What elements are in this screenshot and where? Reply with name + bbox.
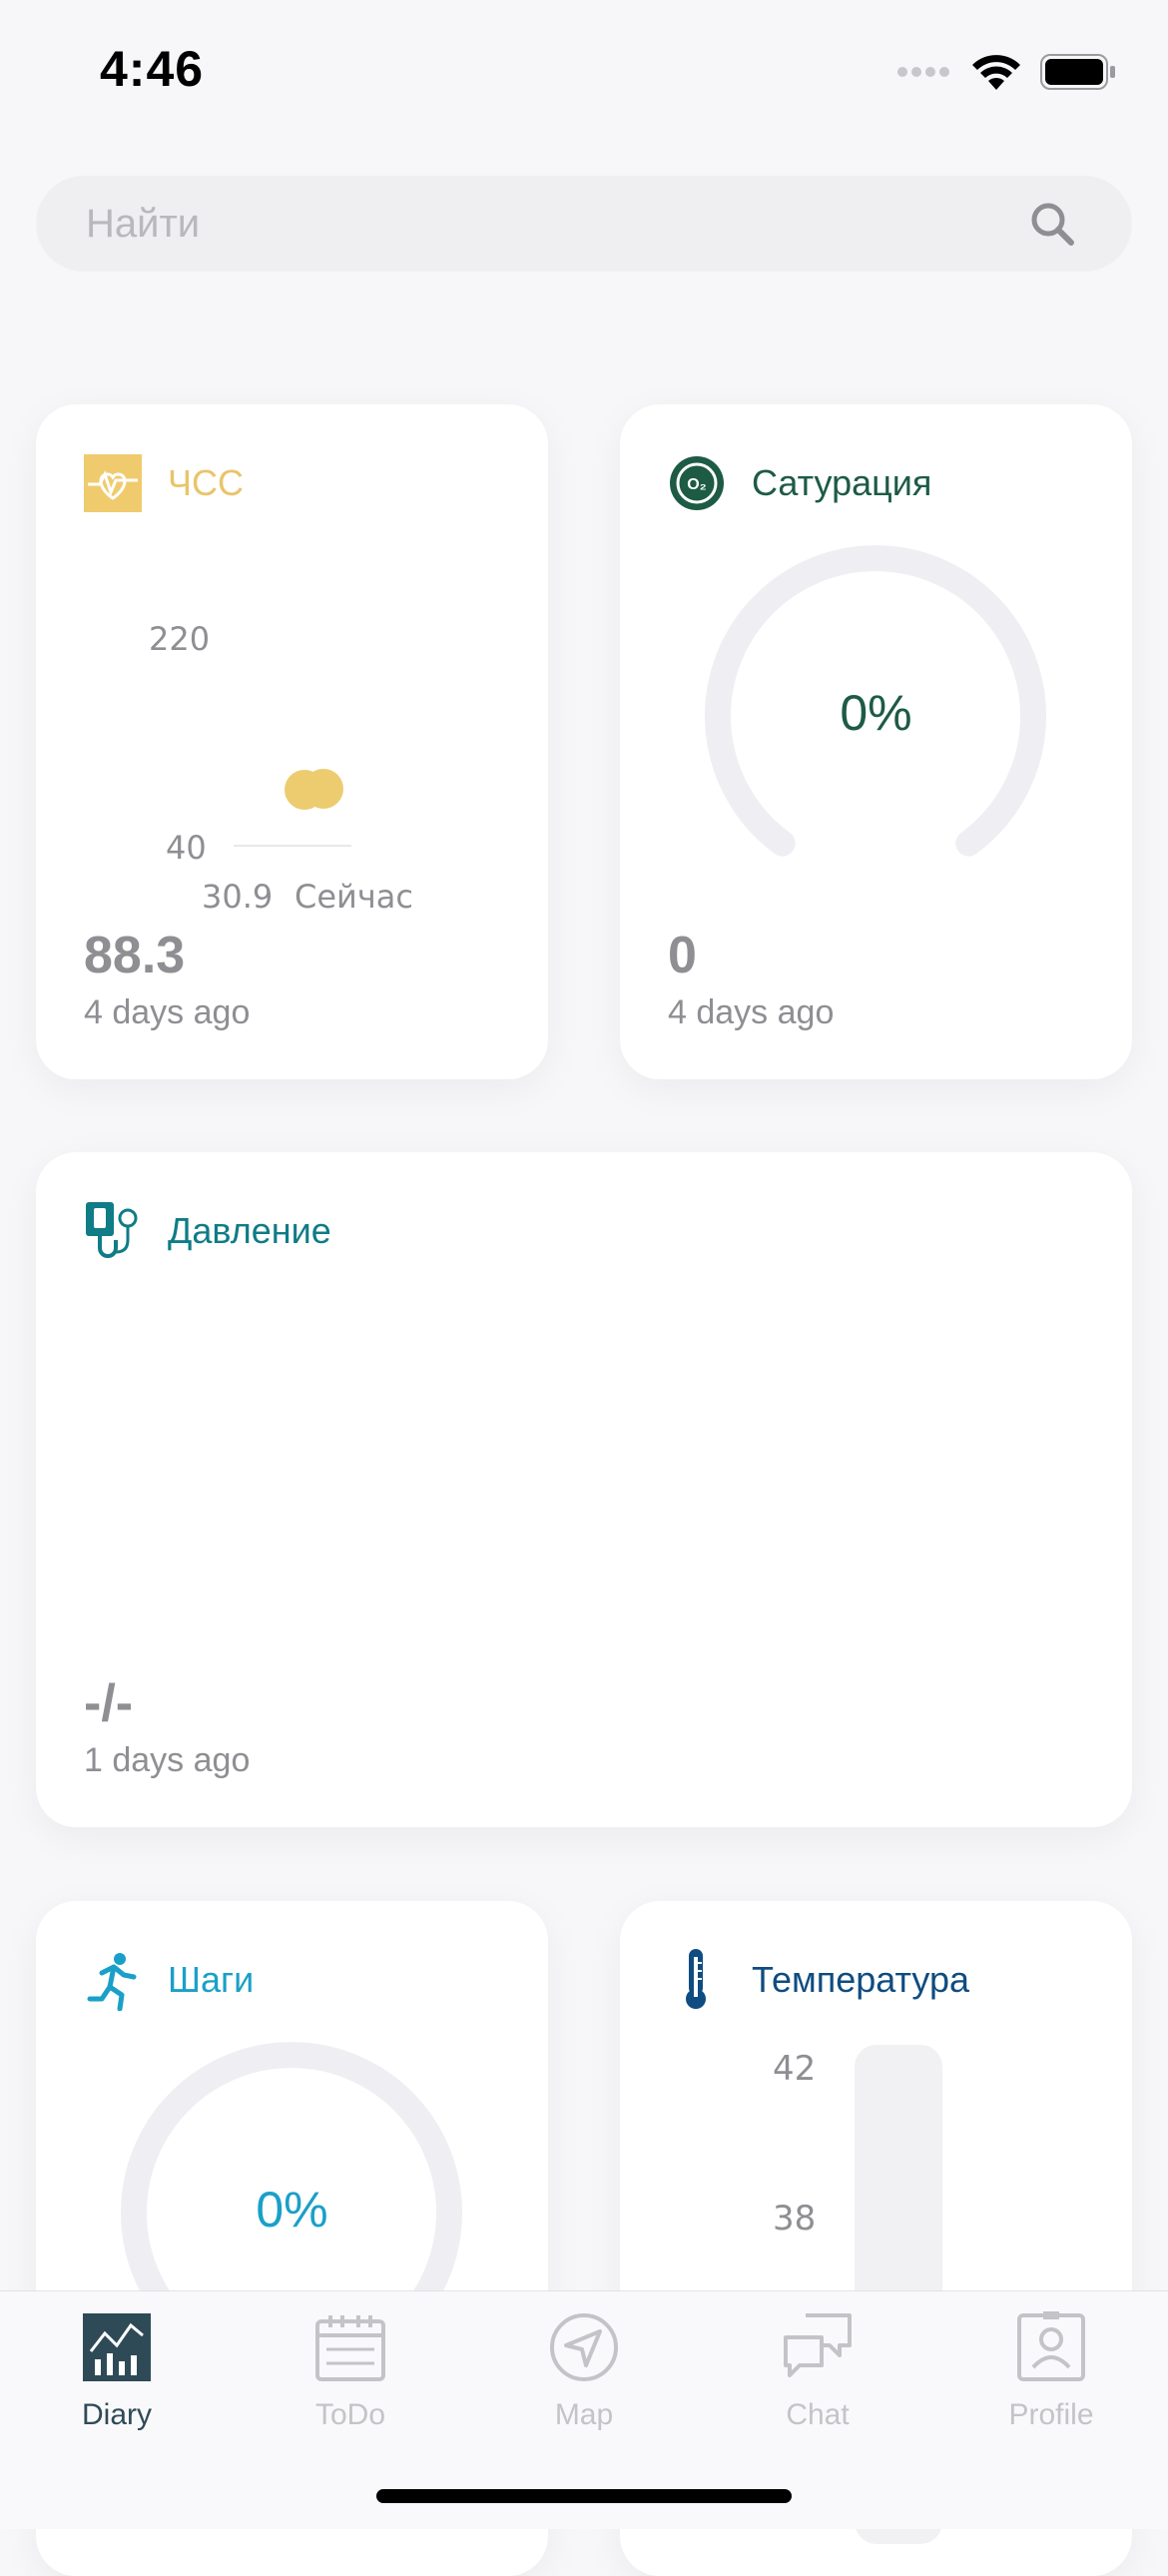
navigation-icon: [550, 2313, 618, 2381]
steps-gauge-label: 0%: [256, 2182, 328, 2238]
temperature-axis-38: 38: [773, 2199, 817, 2239]
svg-text:O₂: O₂: [687, 476, 707, 493]
tab-diary[interactable]: Diary: [0, 2311, 234, 2432]
hr-axis-max: 220: [149, 620, 211, 658]
pressure-title: Давление: [168, 1210, 331, 1251]
temperature-title: Температура: [752, 1959, 970, 2000]
battery-icon: [1040, 54, 1115, 90]
tab-map[interactable]: Map: [467, 2311, 701, 2432]
tab-map-label: Map: [554, 2398, 614, 2431]
oxygen-icon: O₂: [670, 456, 724, 510]
hr-axis-min: 40: [166, 829, 207, 867]
status-icons: [896, 52, 1116, 92]
hr-data-point: [285, 769, 343, 810]
heart-rate-title: ЧСС: [168, 462, 244, 503]
tab-profile-label: Profile: [1008, 2398, 1094, 2431]
pressure-card[interactable]: Давление -/- 1 days ago: [36, 1152, 1132, 1827]
search-bar[interactable]: [36, 176, 1132, 272]
pressure-last-updated: 1 days ago: [84, 1741, 251, 1779]
thermometer-icon: [686, 1949, 706, 2009]
signal-icon: [897, 67, 949, 77]
saturation-value: 0: [668, 927, 697, 984]
calendar-icon: [315, 2315, 385, 2381]
saturation-card[interactable]: O₂ Сатурация 0% 0 4 days ago: [620, 404, 1132, 1079]
saturation-title: Сатурация: [752, 462, 932, 503]
hr-last-updated: 4 days ago: [84, 993, 251, 1031]
tab-profile[interactable]: Profile: [934, 2311, 1168, 2432]
diary-chart-icon: [83, 2313, 151, 2381]
saturation-gauge-label: 0%: [840, 685, 912, 741]
search-icon[interactable]: [1028, 200, 1076, 248]
tab-diary-label: Diary: [81, 2398, 152, 2431]
pressure-value: -/-: [84, 1674, 134, 1732]
tab-todo-label: ToDo: [314, 2398, 386, 2431]
heart-rate-icon: [84, 454, 142, 512]
blood-pressure-icon: [86, 1202, 138, 1258]
temperature-axis-42: 42: [773, 2049, 817, 2089]
hr-x-label-end: Сейчас: [294, 878, 413, 916]
tab-chat-label: Chat: [786, 2398, 850, 2431]
home-indicator: [376, 2489, 792, 2503]
saturation-last-updated: 4 days ago: [668, 993, 835, 1031]
tab-chat[interactable]: Chat: [701, 2311, 934, 2432]
steps-title: Шаги: [168, 1959, 255, 2000]
running-person-icon: [87, 1953, 137, 2011]
search-input[interactable]: [84, 200, 986, 248]
hr-x-label-start: 30.9: [202, 878, 274, 916]
chat-bubbles-icon: [784, 2313, 852, 2377]
hr-value: 88.3: [84, 927, 186, 984]
profile-badge-icon: [1017, 2311, 1085, 2381]
wifi-icon: [972, 55, 1020, 90]
hr-baseline: [234, 845, 351, 847]
tab-todo[interactable]: ToDo: [234, 2311, 467, 2432]
heart-rate-card[interactable]: ЧСС 220 40 30.9 Сейчас 88.3 4 days ago: [36, 404, 548, 1079]
status-time: 4:46: [100, 41, 205, 97]
